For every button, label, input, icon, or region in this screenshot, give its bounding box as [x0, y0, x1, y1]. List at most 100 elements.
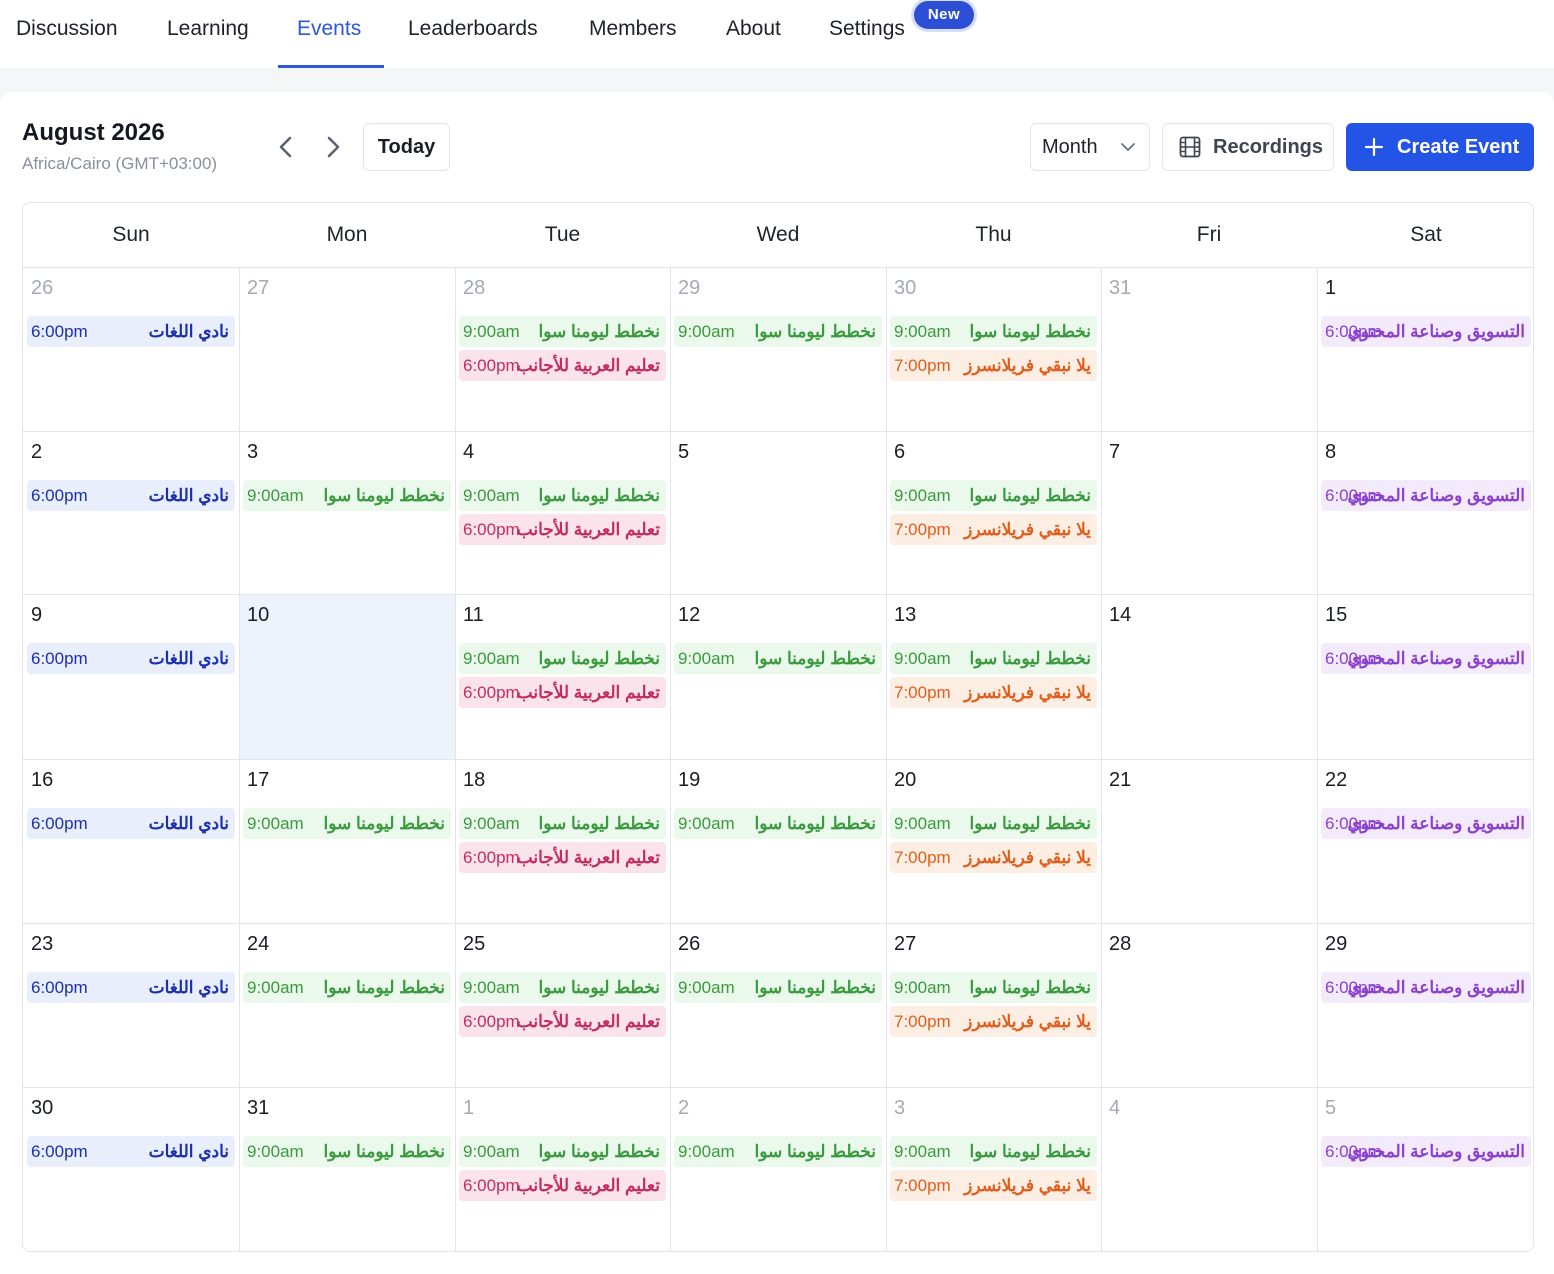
event-chip-plan[interactable]: نخطط ليومنا سوا 9:00am [674, 316, 882, 347]
event-chip-plan[interactable]: نخطط ليومنا سوا 9:00am [890, 972, 1097, 1003]
tab-learning[interactable]: Learning [167, 0, 249, 68]
calendar-day-cell[interactable]: 31 [1101, 267, 1317, 431]
calendar-day-cell[interactable]: 16 نادي اللغات 6:00pm [23, 759, 239, 923]
event-chip-lang[interactable]: نادي اللغات 6:00pm [27, 808, 235, 839]
tab-about[interactable]: About [726, 0, 781, 68]
event-chip-plan[interactable]: نخطط ليومنا سوا 9:00am [890, 480, 1097, 511]
event-chip-arabic[interactable]: تعليم العربية للأجانب 6:00pm [459, 1006, 666, 1037]
calendar-day-cell[interactable]: 18 نخطط ليومنا سوا 9:00am تعليم العربية للأ… [455, 759, 670, 923]
event-chip-plan[interactable]: نخطط ليومنا سوا 9:00am [674, 972, 882, 1003]
calendar-day-cell[interactable]: 1 نخطط ليومنا سوا 9:00am تعليم العربية للأج… [455, 1087, 670, 1251]
event-chip-free[interactable]: يلا نبقي فريلانسرز 7:00pm [890, 842, 1097, 873]
calendar-day-cell[interactable]: 5 [670, 431, 886, 594]
calendar-day-cell[interactable]: 4 [1101, 1087, 1317, 1251]
calendar-day-cell[interactable]: 25 نخطط ليومنا سوا 9:00am تعليم العربية للأ… [455, 923, 670, 1087]
calendar-day-cell[interactable]: 6 نخطط ليومنا سوا 9:00am يلا نبقي فريلانسرز… [886, 431, 1101, 594]
tab-leaderboards[interactable]: Leaderboards [408, 0, 538, 68]
calendar-day-cell[interactable]: 3 نخطط ليومنا سوا 9:00am يلا نبقي فريلانسرز… [886, 1087, 1101, 1251]
calendar-day-cell[interactable]: 28 نخطط ليومنا سوا 9:00am تعليم العربية للأ… [455, 267, 670, 431]
event-chip-plan[interactable]: نخطط ليومنا سوا 9:00am [674, 643, 882, 674]
calendar-day-cell[interactable]: 12 نخطط ليومنا سوا 9:00am [670, 594, 886, 759]
event-chip-plan[interactable]: نخطط ليومنا سوا 9:00am [243, 808, 451, 839]
tab-settings[interactable]: Settings [829, 0, 905, 68]
calendar-day-cell[interactable]: 20 نخطط ليومنا سوا 9:00am يلا نبقي فريلانسر… [886, 759, 1101, 923]
calendar-day-cell[interactable]: 29 التسويق وصناعة المحتوي 6:00pm [1317, 923, 1533, 1087]
event-chip-plan[interactable]: نخطط ليومنا سوا 9:00am [243, 480, 451, 511]
calendar-day-cell[interactable]: 3 نخطط ليومنا سوا 9:00am [239, 431, 455, 594]
event-chip-plan[interactable]: نخطط ليومنا سوا 9:00am [243, 1136, 451, 1167]
calendar-day-cell[interactable]: 7 [1101, 431, 1317, 594]
event-chip-plan[interactable]: نخطط ليومنا سوا 9:00am [674, 1136, 882, 1167]
calendar-day-cell[interactable]: 10 [239, 594, 455, 759]
today-button[interactable]: Today [363, 123, 450, 171]
calendar-day-cell[interactable]: 21 [1101, 759, 1317, 923]
calendar-day-cell[interactable]: 13 نخطط ليومنا سوا 9:00am يلا نبقي فريلانسر… [886, 594, 1101, 759]
event-chip-plan[interactable]: نخطط ليومنا سوا 9:00am [890, 643, 1097, 674]
event-chip-plan[interactable]: نخطط ليومنا سوا 9:00am [459, 972, 666, 1003]
event-chip-content[interactable]: التسويق وصناعة المحتوي 6:00pm [1321, 808, 1531, 839]
event-chip-plan[interactable]: نخطط ليومنا سوا 9:00am [674, 808, 882, 839]
event-chip-lang[interactable]: نادي اللغات 6:00pm [27, 316, 235, 347]
calendar-day-cell[interactable]: 28 [1101, 923, 1317, 1087]
event-chip-plan[interactable]: نخطط ليومنا سوا 9:00am [459, 1136, 666, 1167]
calendar-day-cell[interactable]: 8 التسويق وصناعة المحتوي 6:00pm [1317, 431, 1533, 594]
event-chip-plan[interactable]: نخطط ليومنا سوا 9:00am [459, 643, 666, 674]
event-chip-content[interactable]: التسويق وصناعة المحتوي 6:00pm [1321, 480, 1531, 511]
calendar-day-cell[interactable]: 24 نخطط ليومنا سوا 9:00am [239, 923, 455, 1087]
event-chip-plan[interactable]: نخطط ليومنا سوا 9:00am [459, 316, 666, 347]
event-chip-plan[interactable]: نخطط ليومنا سوا 9:00am [459, 808, 666, 839]
event-chip-plan[interactable]: نخطط ليومنا سوا 9:00am [890, 1136, 1097, 1167]
event-chip-content[interactable]: التسويق وصناعة المحتوي 6:00pm [1321, 1136, 1531, 1167]
event-chip-free[interactable]: يلا نبقي فريلانسرز 7:00pm [890, 514, 1097, 545]
next-month-button[interactable] [319, 132, 347, 162]
event-chip-free[interactable]: يلا نبقي فريلانسرز 7:00pm [890, 1170, 1097, 1201]
event-chip-free[interactable]: يلا نبقي فريلانسرز 7:00pm [890, 1006, 1097, 1037]
calendar-day-cell[interactable]: 15 التسويق وصناعة المحتوي 6:00pm [1317, 594, 1533, 759]
calendar-day-cell[interactable]: 30 نادي اللغات 6:00pm [23, 1087, 239, 1251]
event-chip-arabic[interactable]: تعليم العربية للأجانب 6:00pm [459, 350, 666, 381]
previous-month-button[interactable] [272, 132, 300, 162]
calendar-day-cell[interactable]: 1 التسويق وصناعة المحتوي 6:00pm [1317, 267, 1533, 431]
event-chip-free[interactable]: يلا نبقي فريلانسرز 7:00pm [890, 677, 1097, 708]
calendar-day-cell[interactable]: 22 التسويق وصناعة المحتوي 6:00pm [1317, 759, 1533, 923]
event-chip-arabic[interactable]: تعليم العربية للأجانب 6:00pm [459, 1170, 666, 1201]
calendar-day-cell[interactable]: 2 نخطط ليومنا سوا 9:00am [670, 1087, 886, 1251]
calendar-day-cell[interactable]: 14 [1101, 594, 1317, 759]
view-select[interactable]: Month [1030, 123, 1150, 171]
tab-members[interactable]: Members [589, 0, 677, 68]
calendar-day-cell[interactable]: 17 نخطط ليومنا سوا 9:00am [239, 759, 455, 923]
calendar-day-cell[interactable]: 27 [239, 267, 455, 431]
event-chip-free[interactable]: يلا نبقي فريلانسرز 7:00pm [890, 350, 1097, 381]
calendar-day-cell[interactable]: 26 نخطط ليومنا سوا 9:00am [670, 923, 886, 1087]
calendar-day-cell[interactable]: 2 نادي اللغات 6:00pm [23, 431, 239, 594]
event-chip-content[interactable]: التسويق وصناعة المحتوي 6:00pm [1321, 972, 1531, 1003]
tab-discussion[interactable]: Discussion [16, 0, 118, 68]
calendar-day-cell[interactable]: 9 نادي اللغات 6:00pm [23, 594, 239, 759]
calendar-day-cell[interactable]: 5 التسويق وصناعة المحتوي 6:00pm [1317, 1087, 1533, 1251]
calendar-day-cell[interactable]: 29 نخطط ليومنا سوا 9:00am [670, 267, 886, 431]
calendar-day-cell[interactable]: 4 نخطط ليومنا سوا 9:00am تعليم العربية للأج… [455, 431, 670, 594]
event-chip-content[interactable]: التسويق وصناعة المحتوي 6:00pm [1321, 316, 1531, 347]
calendar-day-cell[interactable]: 19 نخطط ليومنا سوا 9:00am [670, 759, 886, 923]
event-chip-lang[interactable]: نادي اللغات 6:00pm [27, 480, 235, 511]
event-chip-arabic[interactable]: تعليم العربية للأجانب 6:00pm [459, 514, 666, 545]
calendar-day-cell[interactable]: 26 نادي اللغات 6:00pm [23, 267, 239, 431]
event-chip-lang[interactable]: نادي اللغات 6:00pm [27, 643, 235, 674]
event-chip-content[interactable]: التسويق وصناعة المحتوي 6:00pm [1321, 643, 1531, 674]
event-chip-plan[interactable]: نخطط ليومنا سوا 9:00am [459, 480, 666, 511]
calendar-day-cell[interactable]: 23 نادي اللغات 6:00pm [23, 923, 239, 1087]
event-chip-plan[interactable]: نخطط ليومنا سوا 9:00am [243, 972, 451, 1003]
calendar-day-cell[interactable]: 11 نخطط ليومنا سوا 9:00am تعليم العربية للأ… [455, 594, 670, 759]
event-chip-plan[interactable]: نخطط ليومنا سوا 9:00am [890, 808, 1097, 839]
event-chip-arabic[interactable]: تعليم العربية للأجانب 6:00pm [459, 842, 666, 873]
create-event-button[interactable]: Create Event [1346, 123, 1534, 171]
calendar-day-cell[interactable]: 31 نخطط ليومنا سوا 9:00am [239, 1087, 455, 1251]
tab-events[interactable]: Events [297, 0, 361, 68]
event-chip-lang[interactable]: نادي اللغات 6:00pm [27, 1136, 235, 1167]
event-chip-arabic[interactable]: تعليم العربية للأجانب 6:00pm [459, 677, 666, 708]
calendar-day-cell[interactable]: 27 نخطط ليومنا سوا 9:00am يلا نبقي فريلانسر… [886, 923, 1101, 1087]
event-chip-lang[interactable]: نادي اللغات 6:00pm [27, 972, 235, 1003]
calendar-day-cell[interactable]: 30 نخطط ليومنا سوا 9:00am يلا نبقي فريلانسر… [886, 267, 1101, 431]
recordings-button[interactable]: Recordings [1162, 123, 1334, 171]
event-chip-plan[interactable]: نخطط ليومنا سوا 9:00am [890, 316, 1097, 347]
